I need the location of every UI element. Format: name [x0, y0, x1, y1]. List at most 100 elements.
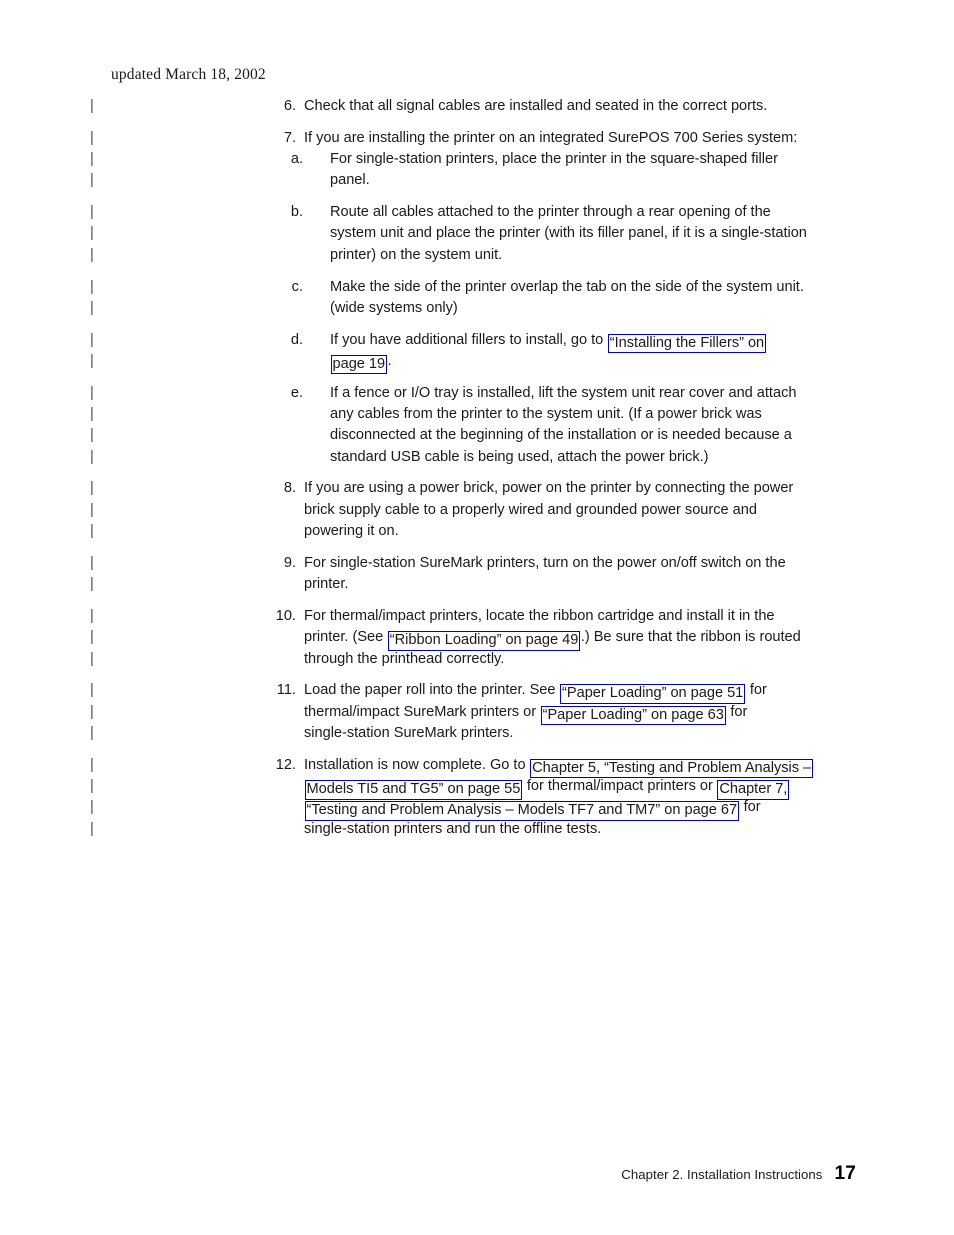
text-line: | c. Make the side of the printer overlap …: [0, 277, 954, 298]
footer-page-number: 17: [834, 1163, 856, 1184]
plain-text: brick supply cable to a properly wired a…: [304, 501, 757, 518]
change-bar: |: [90, 129, 94, 146]
text-line: | standard USB cable is being used, attac…: [0, 447, 954, 468]
text-line: | single-station printers and run the off…: [0, 819, 954, 840]
plain-text: for: [739, 799, 761, 816]
cross-reference-link[interactable]: page 19: [330, 354, 388, 375]
change-bar: |: [90, 799, 94, 816]
text-line: | powering it on.: [0, 521, 954, 542]
text-line: | system unit and place the printer (with…: [0, 223, 954, 244]
plain-text: any cables from the printer to the syste…: [330, 406, 762, 423]
change-bar: |: [90, 278, 94, 295]
change-bar: |: [90, 650, 94, 667]
list-marker: e.: [290, 384, 303, 401]
line-content: For single-station SureMark printers, tu…: [304, 553, 786, 574]
plain-text: If you have additional fillers to instal…: [330, 331, 608, 348]
line-content: Route all cables attached to the printer…: [330, 202, 771, 223]
line-content: If you are using a power brick, power on…: [304, 478, 793, 499]
plain-text: If you are using a power brick, power on…: [304, 480, 794, 497]
document-page: updated March 18, 2002 | 6. Check that all…: [0, 0, 954, 1235]
change-bar: |: [90, 172, 94, 189]
text-line: | 8. If you are using a power brick, power…: [0, 478, 954, 499]
line-content: printer) on the system unit.: [330, 245, 502, 266]
line-content: page 19.: [330, 351, 392, 375]
plain-text: thermal/impact SureMark printers or: [304, 703, 541, 720]
line-content: system unit and place the printer (with …: [330, 223, 807, 244]
plain-text: disconnected at the beginning of the ins…: [330, 427, 792, 444]
plain-text: For single-station printers, place the p…: [330, 151, 778, 168]
change-bar: |: [90, 427, 94, 444]
line-content: thermal/impact SureMark printers or “Pap…: [304, 702, 747, 726]
change-bar: |: [90, 331, 94, 348]
change-bar: |: [90, 576, 94, 593]
line-content: Check that all signal cables are install…: [304, 96, 767, 117]
list-marker: 9.: [283, 554, 296, 571]
line-content: printer. (See “Ribbon Loading” on page 4…: [304, 627, 801, 651]
line-content: Models TI5 and TG5” on page 55 for therm…: [304, 776, 790, 800]
change-bar: |: [90, 299, 94, 316]
text-line: | printer) on the system unit.: [0, 245, 954, 266]
line-content: disconnected at the beginning of the ins…: [330, 425, 792, 446]
text-line: | a. For single-station printers, place th…: [0, 149, 954, 170]
list-marker: c.: [291, 278, 303, 295]
change-bar: |: [90, 724, 94, 741]
list-marker: 6.: [283, 98, 296, 114]
change-bar: |: [90, 703, 94, 720]
line-content: If you are installing the printer on an …: [304, 128, 797, 149]
text-line: | e. If a fence or I/O tray is installed, …: [0, 383, 954, 404]
list-marker: 12.: [275, 756, 296, 773]
plain-text: through the printhead correctly.: [304, 650, 505, 667]
line-content: single-station SureMark printers.: [304, 723, 513, 744]
change-bar: |: [90, 448, 94, 465]
change-bar: |: [90, 554, 94, 571]
change-bar: |: [90, 151, 94, 168]
plain-text: for thermal/impact printers or: [522, 778, 717, 795]
change-bar: |: [90, 352, 94, 369]
change-bar: |: [90, 682, 94, 699]
plain-text: For single-station SureMark printers, tu…: [304, 554, 786, 571]
list-marker: 10.: [275, 607, 296, 624]
text-line: | panel.: [0, 170, 954, 191]
text-line: | printer. (See “Ribbon Loading” on page …: [0, 627, 954, 651]
plain-text: printer) on the system unit.: [330, 246, 503, 263]
plain-text: If you are installing the printer on an …: [304, 129, 798, 146]
line-content: Installation is now complete. Go to Chap…: [304, 755, 814, 779]
list-marker: a.: [290, 151, 303, 168]
text-line: | 9. For single-station SureMark printers,…: [0, 553, 954, 574]
text-line: | 10. For thermal/impact printers, locate …: [0, 606, 954, 627]
change-bar: |: [90, 607, 94, 624]
change-bar: |: [90, 778, 94, 795]
line-content: If you have additional fillers to instal…: [330, 330, 767, 354]
line-content: “Testing and Problem Analysis – Models T…: [304, 797, 761, 821]
plain-text: For thermal/impact printers, locate the …: [304, 607, 775, 624]
text-line: | 12. Installation is now complete. Go to …: [0, 755, 954, 779]
change-bar: |: [90, 480, 94, 497]
plain-text: single-station SureMark printers.: [304, 724, 514, 741]
change-bar: |: [90, 98, 94, 114]
page-footer: Chapter 2. Installation Instructions 17: [621, 1163, 856, 1186]
line-content: (wide systems only): [330, 298, 458, 319]
plain-text: Route all cables attached to the printer…: [330, 204, 771, 221]
plain-text: If a fence or I/O tray is installed, lif…: [330, 384, 797, 401]
change-bar: |: [90, 406, 94, 423]
change-bar: |: [90, 225, 94, 242]
plain-text: standard USB cable is being used, attach…: [330, 448, 709, 465]
line-content: Make the side of the printer overlap the…: [330, 277, 804, 298]
text-line: | d. If you have additional fillers to ins…: [0, 330, 954, 354]
line-content: For single-station printers, place the p…: [330, 149, 778, 170]
text-line: | any cables from the printer to the syst…: [0, 404, 954, 425]
plain-text: Load the paper roll into the printer. Se…: [304, 682, 560, 699]
list-marker: 7.: [283, 129, 296, 146]
line-content: single-station printers and run the offl…: [304, 819, 601, 840]
plain-text: panel.: [330, 172, 370, 189]
revision-note: updated March 18, 2002: [111, 66, 266, 83]
change-bar: |: [90, 523, 94, 540]
line-content: standard USB cable is being used, attach…: [330, 447, 709, 468]
plain-text: Installation is now complete. Go to: [304, 756, 530, 773]
line-content: For thermal/impact printers, locate the …: [304, 606, 775, 627]
text-line: | 7. If you are installing the printer on …: [0, 128, 954, 149]
text-line: | 11. Load the paper roll into the printer…: [0, 680, 954, 704]
change-bar: |: [90, 756, 94, 773]
change-bar: |: [90, 501, 94, 518]
line-content: through the printhead correctly.: [304, 649, 504, 670]
